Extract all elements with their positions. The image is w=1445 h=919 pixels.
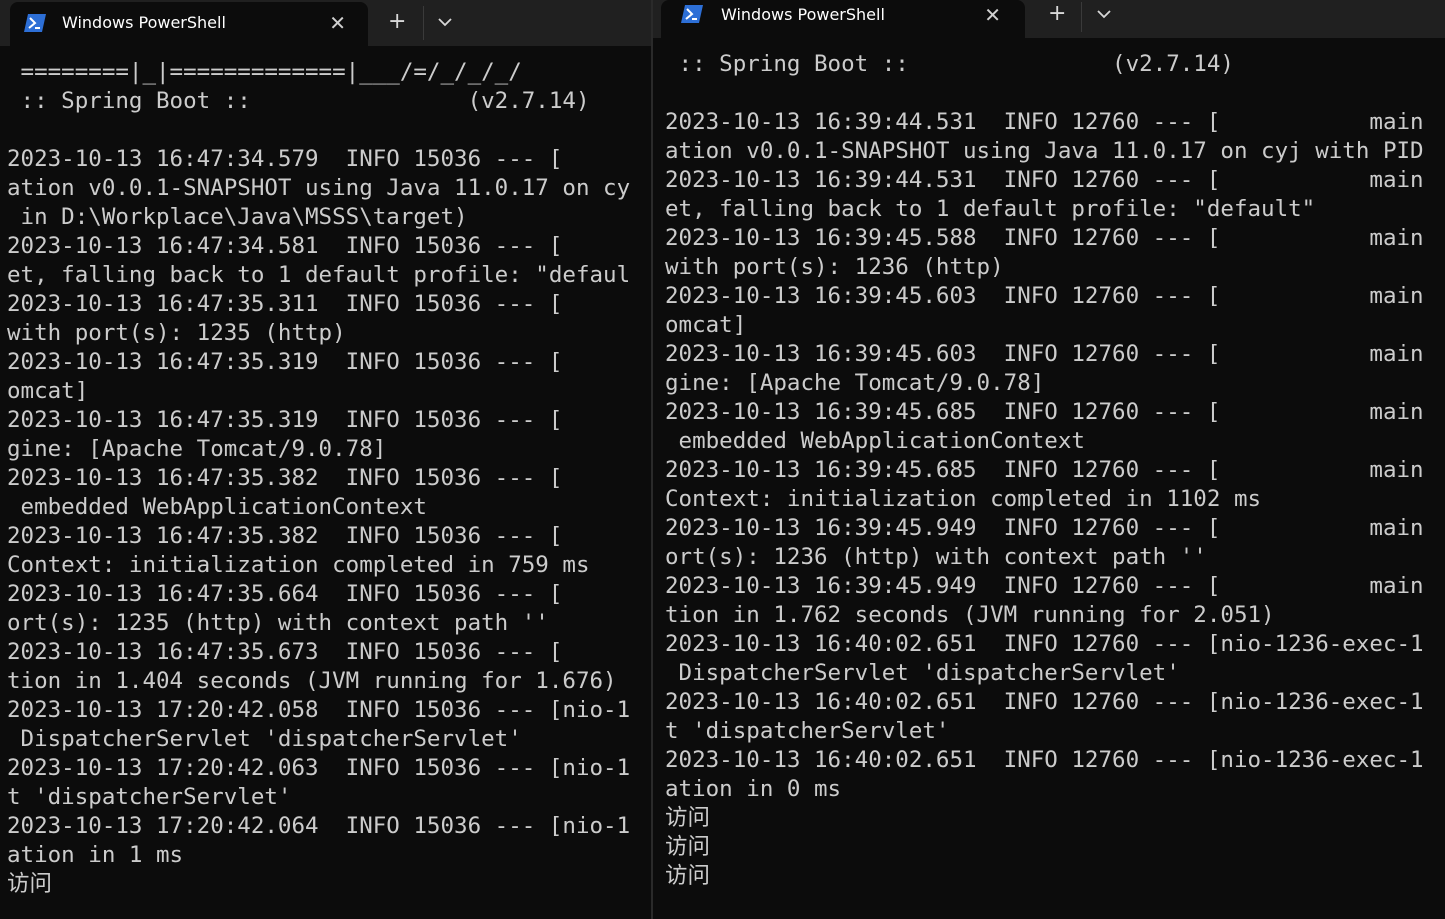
terminal-line: omcat] [665, 312, 747, 338]
terminal-line: ation in 0 ms [665, 776, 842, 802]
terminal-line: 2023-10-13 16:39:45.603 INFO 12760 --- [… [665, 341, 1424, 367]
close-icon[interactable]: ✕ [329, 13, 346, 33]
terminal-line: Context: initialization completed in 759… [7, 552, 590, 578]
terminal-line: ort(s): 1235 (http) with context path '' [7, 610, 549, 636]
terminal-line: 2023-10-13 16:47:35.382 INFO 15036 --- [ [7, 465, 563, 491]
terminal-line: tion in 1.404 seconds (JVM running for 1… [7, 668, 617, 694]
terminal-line: embedded WebApplicationContext [665, 428, 1085, 454]
terminal-line: 2023-10-13 16:47:35.664 INFO 15036 --- [ [7, 581, 563, 607]
terminal-window-right: Windows PowerShell ✕ + :: Spring Boot ::… [651, 0, 1445, 919]
chevron-down-icon[interactable] [435, 12, 455, 32]
terminal-line: 2023-10-13 16:47:35.311 INFO 15036 --- [ [7, 291, 563, 317]
terminal-line: 2023-10-13 16:47:35.319 INFO 15036 --- [ [7, 407, 563, 433]
close-icon[interactable]: ✕ [984, 5, 1001, 25]
terminal-line: 2023-10-13 16:39:45.685 INFO 12760 --- [… [665, 399, 1424, 425]
powershell-icon [24, 14, 46, 32]
tab-windows-powershell[interactable]: Windows PowerShell ✕ [661, 0, 1025, 38]
terminal-window-left: Windows PowerShell ✕ + ========|_|======… [0, 0, 651, 919]
terminal-line: tion in 1.762 seconds (JVM running for 2… [665, 602, 1275, 628]
terminal-line: 访问 [665, 834, 711, 860]
terminal-line: t 'dispatcherServlet' [665, 718, 950, 744]
terminal-line: 2023-10-13 16:40:02.651 INFO 12760 --- [… [665, 689, 1424, 715]
terminal-line: 访问 [7, 871, 53, 897]
terminal-line: DispatcherServlet 'dispatcherServlet' [665, 660, 1180, 686]
chevron-down-icon[interactable] [1094, 4, 1114, 24]
terminal-output[interactable]: ========|_|=============|___/=/_/_/_/ ::… [0, 58, 651, 919]
terminal-line: 访问 [665, 805, 711, 831]
terminal-line: et, falling back to 1 default profile: "… [7, 262, 631, 288]
tab-bar: Windows PowerShell ✕ + [0, 0, 651, 46]
terminal-line: 2023-10-13 16:47:35.382 INFO 15036 --- [ [7, 523, 563, 549]
terminal-line: 2023-10-13 16:39:45.949 INFO 12760 --- [… [665, 573, 1424, 599]
terminal-line: gine: [Apache Tomcat/9.0.78] [665, 370, 1045, 396]
terminal-line: 2023-10-13 16:39:45.685 INFO 12760 --- [… [665, 457, 1424, 483]
terminal-line: with port(s): 1236 (http) [665, 254, 1004, 280]
terminal-line: 2023-10-13 16:40:02.651 INFO 12760 --- [… [665, 747, 1424, 773]
tab-title: Windows PowerShell [62, 13, 226, 32]
terminal-line: Context: initialization completed in 110… [665, 486, 1262, 512]
tab-windows-powershell[interactable]: Windows PowerShell ✕ [10, 2, 368, 46]
terminal-line: 2023-10-13 16:47:35.673 INFO 15036 --- [ [7, 639, 563, 665]
terminal-line: 2023-10-13 16:47:34.579 INFO 15036 --- [ [7, 146, 563, 172]
terminal-output[interactable]: :: Spring Boot :: (v2.7.14)2023-10-13 16… [653, 50, 1445, 919]
terminal-line: in D:\Workplace\Java\MSSS\target) [7, 204, 468, 230]
terminal-line: 2023-10-13 16:39:45.588 INFO 12760 --- [… [665, 225, 1424, 251]
terminal-line: ation in 1 ms [7, 842, 184, 868]
terminal-line: embedded WebApplicationContext [7, 494, 427, 520]
terminal-line: with port(s): 1235 (http) [7, 320, 346, 346]
tab-divider [1081, 2, 1082, 32]
terminal-line: omcat] [7, 378, 89, 404]
terminal-line: 2023-10-13 16:39:44.531 INFO 12760 --- [… [665, 167, 1424, 193]
terminal-line: DispatcherServlet 'dispatcherServlet' [7, 726, 522, 752]
terminal-line: gine: [Apache Tomcat/9.0.78] [7, 436, 387, 462]
tab-divider [423, 6, 424, 40]
terminal-line: :: Spring Boot :: (v2.7.14) [7, 88, 590, 114]
plus-icon[interactable]: + [1048, 3, 1066, 25]
terminal-line: ation v0.0.1-SNAPSHOT using Java 11.0.17… [7, 175, 631, 201]
terminal-line: 2023-10-13 16:39:44.531 INFO 12760 --- [… [665, 109, 1424, 135]
terminal-line: ort(s): 1236 (http) with context path '' [665, 544, 1207, 570]
terminal-line: ========|_|=============|___/=/_/_/_/ [7, 59, 522, 85]
terminal-line: 2023-10-13 17:20:42.063 INFO 15036 --- [… [7, 755, 631, 781]
terminal-line: 2023-10-13 16:39:45.949 INFO 12760 --- [… [665, 515, 1424, 541]
tab-bar: Windows PowerShell ✕ + [653, 0, 1445, 38]
terminal-line: 2023-10-13 17:20:42.058 INFO 15036 --- [… [7, 697, 631, 723]
terminal-line: ation v0.0.1-SNAPSHOT using Java 11.0.17… [665, 138, 1424, 164]
tab-title: Windows PowerShell [721, 5, 885, 24]
terminal-line: 2023-10-13 16:47:34.581 INFO 15036 --- [ [7, 233, 563, 259]
terminal-line: 访问 [665, 863, 711, 889]
terminal-line: 2023-10-13 17:20:42.064 INFO 15036 --- [… [7, 813, 631, 839]
powershell-icon [681, 5, 703, 23]
terminal-line: :: Spring Boot :: (v2.7.14) [665, 51, 1234, 77]
terminal-line: t 'dispatcherServlet' [7, 784, 292, 810]
terminal-line: 2023-10-13 16:40:02.651 INFO 12760 --- [… [665, 631, 1424, 657]
terminal-line: 2023-10-13 16:39:45.603 INFO 12760 --- [… [665, 283, 1424, 309]
terminal-line: et, falling back to 1 default profile: "… [665, 196, 1316, 222]
plus-icon[interactable]: + [388, 11, 406, 33]
terminal-line: 2023-10-13 16:47:35.319 INFO 15036 --- [ [7, 349, 563, 375]
